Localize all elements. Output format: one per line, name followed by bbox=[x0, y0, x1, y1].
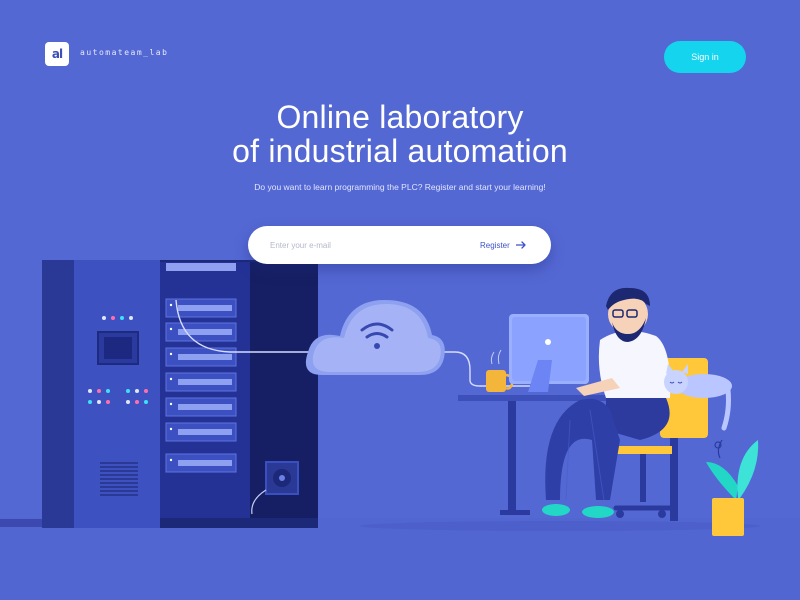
email-field[interactable] bbox=[270, 235, 460, 255]
arrow-right-icon bbox=[515, 241, 526, 249]
email-signup-bar: Register bbox=[248, 226, 551, 264]
register-label: Register bbox=[480, 240, 510, 250]
hero-illustration bbox=[0, 260, 800, 600]
server-rack-illustration bbox=[0, 260, 318, 528]
cloud-illustration bbox=[305, 300, 445, 375]
register-button[interactable]: Register bbox=[480, 235, 540, 255]
